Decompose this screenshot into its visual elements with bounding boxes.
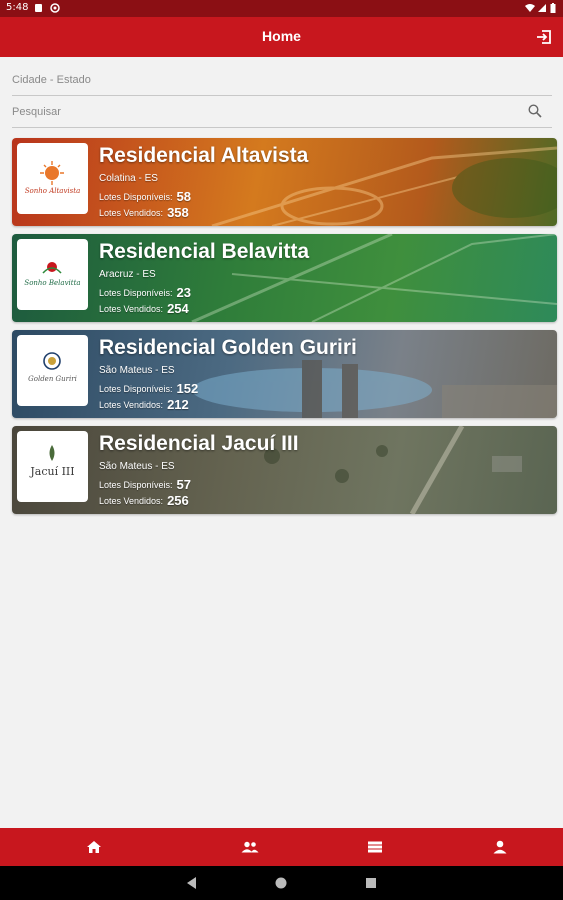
development-name: Residencial Belavitta: [99, 240, 310, 263]
nav-people[interactable]: [180, 828, 320, 866]
search-icon[interactable]: [528, 104, 542, 118]
development-name: Residencial Golden Guriri: [99, 336, 357, 359]
logo-text: Sonho Belavitta: [24, 279, 81, 287]
sold-label: Lotes Vendidos:: [99, 399, 164, 410]
badge-logo-icon: [43, 352, 61, 370]
home-circle-icon[interactable]: [272, 874, 290, 892]
sold-label: Lotes Vendidos:: [99, 207, 164, 218]
back-icon[interactable]: [183, 874, 201, 892]
sold-value: 256: [167, 493, 189, 509]
system-navigation: [0, 866, 563, 900]
development-logo: Jacuí III: [17, 431, 88, 502]
development-location: São Mateus - ES: [99, 365, 175, 376]
development-card[interactable]: Sonho Belavitta Residencial Belavitta Ar…: [12, 234, 557, 322]
sold-value: 358: [167, 205, 189, 221]
available-label: Lotes Disponíveis:: [99, 191, 173, 202]
search-field[interactable]: [12, 96, 552, 128]
sold-row: Lotes Vendidos: 254: [99, 300, 189, 318]
city-state-input[interactable]: [12, 64, 552, 95]
app-bar: Home: [0, 17, 563, 57]
people-icon[interactable]: [241, 841, 259, 853]
sold-row: Lotes Vendidos: 358: [99, 204, 189, 222]
logo-text: Sonho Altavista: [24, 187, 81, 195]
development-card[interactable]: Sonho Altavista Residencial Altavista Co…: [12, 138, 557, 226]
nav-profile[interactable]: [430, 828, 563, 866]
status-bar: 5:48: [0, 0, 563, 17]
recents-icon[interactable]: [362, 874, 380, 892]
status-time: 5:48: [6, 2, 29, 13]
available-value: 152: [176, 381, 199, 397]
sold-value: 212: [167, 397, 189, 413]
search-input[interactable]: [12, 96, 552, 127]
person-icon[interactable]: [493, 840, 507, 854]
development-logo: Sonho Altavista: [17, 143, 88, 214]
logo-text: Jacuí III: [30, 465, 75, 478]
sun-logo-icon: [40, 161, 64, 185]
available-label: Lotes Disponíveis:: [99, 287, 173, 298]
sold-label: Lotes Vendidos:: [99, 303, 164, 314]
notification-icon: [50, 3, 60, 13]
sold-row: Lotes Vendidos: 212: [99, 396, 189, 414]
development-name: Residencial Jacuí III: [99, 432, 299, 455]
available-label: Lotes Disponíveis:: [99, 383, 173, 394]
sold-value: 254: [167, 301, 189, 317]
signal-icon: [538, 4, 546, 12]
development-card[interactable]: Golden Guriri Residencial Golden Guriri …: [12, 330, 557, 418]
development-logo: Golden Guriri: [17, 335, 88, 406]
development-location: São Mateus - ES: [99, 461, 175, 472]
page-title: Home: [262, 28, 301, 44]
wifi-icon: [525, 4, 535, 12]
development-location: Colatina - ES: [99, 173, 158, 184]
battery-icon: [550, 3, 556, 13]
development-location: Aracruz - ES: [99, 269, 156, 280]
city-state-field[interactable]: [12, 64, 552, 96]
list-icon[interactable]: [368, 841, 382, 853]
available-label: Lotes Disponíveis:: [99, 479, 173, 490]
sim-icon: [35, 4, 42, 12]
available-value: 57: [176, 477, 192, 493]
flower-logo-icon: [42, 262, 62, 274]
development-card[interactable]: Jacuí III Residencial Jacuí III São Mate…: [12, 426, 557, 514]
home-icon[interactable]: [86, 840, 102, 854]
nav-list[interactable]: [305, 828, 445, 866]
available-value: 58: [176, 189, 192, 205]
logout-icon[interactable]: [535, 28, 553, 46]
development-logo: Sonho Belavitta: [17, 239, 88, 310]
bottom-navigation: [0, 828, 563, 866]
available-value: 23: [176, 285, 192, 301]
nav-home[interactable]: [24, 828, 164, 866]
sold-label: Lotes Vendidos:: [99, 495, 164, 506]
sold-row: Lotes Vendidos: 256: [99, 492, 189, 510]
logo-text: Golden Guriri: [28, 375, 77, 383]
development-name: Residencial Altavista: [99, 144, 309, 167]
